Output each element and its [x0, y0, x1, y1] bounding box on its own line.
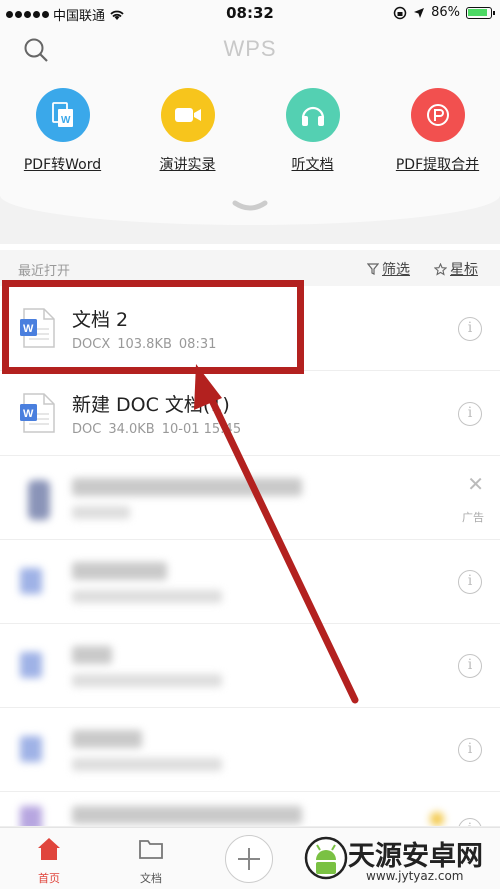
- tool-row: W PDF转Word 演讲实录 听文档 PDF提取合并: [0, 76, 500, 196]
- file-row[interactable]: i: [0, 624, 500, 708]
- info-icon[interactable]: i: [458, 317, 482, 341]
- tool-pdf-to-word[interactable]: W PDF转Word: [0, 76, 125, 196]
- video-camera-icon: [160, 88, 215, 142]
- home-icon: [38, 838, 60, 860]
- close-icon[interactable]: ✕: [467, 472, 484, 496]
- status-right: 86%: [393, 5, 495, 20]
- ad-label: 广告: [462, 511, 484, 524]
- info-icon[interactable]: i: [458, 402, 482, 426]
- section-title: 最近打开: [18, 264, 71, 279]
- rotation-lock-icon: [393, 6, 407, 19]
- ad-row[interactable]: ✕ 广告: [0, 456, 500, 540]
- file-time: 10-01 15:45: [161, 422, 242, 437]
- chevron-down-icon[interactable]: [232, 200, 268, 214]
- file-row[interactable]: i: [0, 708, 500, 792]
- battery-percent: 86%: [431, 5, 460, 20]
- tab-home[interactable]: 首页: [14, 828, 84, 889]
- highlight-box: [2, 280, 304, 374]
- svg-text:W: W: [23, 408, 34, 420]
- tab-label: 首页: [38, 872, 60, 885]
- status-bar: 中国联通 08:32 86%: [0, 0, 500, 26]
- file-meta: DOC 34.0KB 10-01 15:45: [72, 422, 248, 437]
- tool-label: PDF转Word: [23, 157, 102, 173]
- info-icon[interactable]: i: [458, 738, 482, 762]
- tool-listen-document[interactable]: 听文档: [250, 76, 375, 196]
- headphones-icon: [285, 88, 340, 142]
- file-row[interactable]: i: [0, 792, 500, 827]
- tab-label: 文档: [140, 872, 162, 885]
- watermark-brand: 天源安卓网: [348, 841, 483, 872]
- watermark-url: www.jytyaz.com: [366, 869, 464, 883]
- info-icon[interactable]: i: [458, 818, 482, 826]
- tool-speech-record[interactable]: 演讲实录: [125, 76, 250, 196]
- file-type: DOC: [72, 422, 102, 437]
- pdf-to-word-icon: W: [35, 88, 90, 142]
- info-icon[interactable]: i: [458, 654, 482, 678]
- android-logo-icon: [304, 836, 348, 880]
- star-icon: [434, 262, 447, 276]
- tab-documents[interactable]: 文档: [116, 828, 186, 889]
- svg-text:W: W: [61, 115, 71, 126]
- filter-label: 筛选: [382, 262, 410, 278]
- word-file-icon: W: [20, 393, 55, 433]
- app-header: WPS: [0, 26, 500, 76]
- wps-logo: WPS: [223, 36, 277, 61]
- file-name: 新建 DOC 文档(1): [72, 394, 230, 416]
- add-button[interactable]: [225, 835, 273, 883]
- tool-label: 听文档: [291, 157, 334, 173]
- folder-icon: [139, 840, 163, 859]
- filter-button[interactable]: 筛选: [367, 259, 410, 279]
- star-label: 星标: [450, 262, 478, 278]
- file-row[interactable]: i: [0, 540, 500, 624]
- pdf-merge-icon: [410, 88, 465, 142]
- info-icon[interactable]: i: [458, 570, 482, 594]
- tool-label: 演讲实录: [159, 157, 216, 173]
- location-icon: [414, 7, 425, 18]
- site-watermark: 天源安卓网 www.jytyaz.com: [300, 832, 500, 888]
- tool-pdf-extract-merge[interactable]: PDF提取合并: [375, 76, 500, 196]
- star-button[interactable]: 星标: [434, 259, 478, 279]
- file-row[interactable]: W 新建 DOC 文档(1) DOC 34.0KB 10-01 15:45 i: [0, 372, 500, 456]
- tool-label: PDF提取合并: [395, 157, 480, 173]
- battery-icon: [466, 6, 495, 19]
- filter-icon: [367, 263, 379, 275]
- file-size: 34.0KB: [108, 422, 155, 437]
